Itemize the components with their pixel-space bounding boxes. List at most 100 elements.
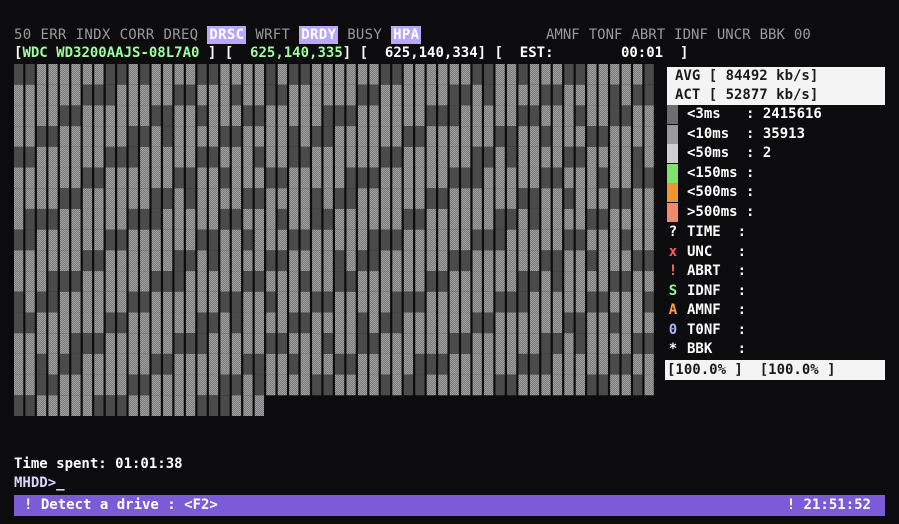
scan-block <box>59 353 70 375</box>
scan-block <box>506 167 517 189</box>
scan-block <box>472 188 482 209</box>
scan-block <box>438 271 448 292</box>
scan-block <box>346 374 356 396</box>
scan-block <box>243 250 253 272</box>
scan-block <box>59 146 70 168</box>
scan-block <box>243 167 253 189</box>
scan-block <box>94 333 104 354</box>
scan-block <box>277 374 287 396</box>
scan-block <box>300 84 310 106</box>
scan-block <box>71 126 81 147</box>
scan-block <box>461 250 471 272</box>
scan-block <box>277 64 287 85</box>
scan-block <box>380 250 391 272</box>
scan-block <box>438 333 448 354</box>
scan-block <box>575 271 586 292</box>
scan-block <box>71 188 81 209</box>
scan-block <box>82 374 93 396</box>
scan-block <box>105 374 115 396</box>
command-prompt[interactable]: MHDD>_ <box>14 474 65 492</box>
scan-block <box>25 146 35 168</box>
scan-block <box>506 250 517 272</box>
scan-block <box>621 271 631 292</box>
scan-block <box>541 146 551 168</box>
scan-block <box>495 188 505 209</box>
scan-block <box>197 229 207 251</box>
scan-block <box>564 208 574 230</box>
scan-block <box>254 146 265 168</box>
scan-block <box>403 271 414 292</box>
scan-block <box>564 64 574 85</box>
scan-block <box>117 146 127 168</box>
scan-block <box>506 291 517 313</box>
scan-block <box>633 271 643 292</box>
scan-block <box>300 333 310 354</box>
scan-block <box>610 188 620 209</box>
scan-block <box>335 229 345 251</box>
scan-block <box>403 188 414 209</box>
scan-block <box>220 105 230 127</box>
scan-block <box>392 167 402 189</box>
scan-block <box>59 271 70 292</box>
scan-block <box>140 126 150 147</box>
scan-block <box>621 250 631 272</box>
scan-block <box>564 250 574 272</box>
scan-block <box>151 291 161 313</box>
scan-block <box>644 312 654 334</box>
scan-block <box>36 84 47 106</box>
scan-block <box>312 374 322 396</box>
scan-block <box>25 229 35 251</box>
scan-block <box>541 188 551 209</box>
scan-block <box>105 353 115 375</box>
scan-block <box>598 374 608 396</box>
scan-block <box>254 229 265 251</box>
scan-block <box>300 374 310 396</box>
scan-block <box>208 250 219 272</box>
scan-block <box>357 64 368 85</box>
scan-block <box>117 333 127 354</box>
scan-block <box>472 105 482 127</box>
scan-block <box>495 250 505 272</box>
scan-block <box>128 146 138 168</box>
scan-block <box>220 333 230 354</box>
scan-block <box>633 250 643 272</box>
scan-block <box>357 271 368 292</box>
scan-block <box>461 208 471 230</box>
scan-block <box>484 167 494 189</box>
scan-block <box>380 146 391 168</box>
scan-block <box>185 312 196 334</box>
drive-info-row: [WDC WD3200AAJS-08L7A0 ] [ 625,140,335] … <box>14 45 689 61</box>
scan-block <box>231 333 242 354</box>
scan-block <box>564 374 574 396</box>
scan-block <box>71 84 81 106</box>
scan-block <box>151 250 161 272</box>
scan-block <box>346 229 356 251</box>
scan-block <box>518 291 528 313</box>
scan-block <box>518 167 528 189</box>
scan-block <box>380 208 391 230</box>
scan-block <box>266 167 276 189</box>
scan-block <box>163 188 173 209</box>
scan-block <box>14 395 24 416</box>
scan-block <box>335 188 345 209</box>
scan-block <box>484 291 494 313</box>
scan-block <box>82 105 93 127</box>
scan-block <box>529 374 540 396</box>
scan-block <box>140 146 150 168</box>
scan-block <box>208 146 219 168</box>
scan-block <box>266 333 276 354</box>
scan-block <box>151 208 161 230</box>
status-hint[interactable]: ! Detect a drive : <F2> <box>24 495 218 516</box>
scan-block <box>335 105 345 127</box>
scan-block <box>346 333 356 354</box>
scan-block <box>392 146 402 168</box>
scan-block <box>587 374 597 396</box>
scan-block <box>598 353 608 375</box>
scan-block <box>197 250 207 272</box>
scan-block <box>266 250 276 272</box>
scan-block <box>357 333 368 354</box>
scan-block <box>105 333 115 354</box>
scan-block <box>128 105 138 127</box>
scan-block <box>564 146 574 168</box>
scan-block <box>552 353 563 375</box>
